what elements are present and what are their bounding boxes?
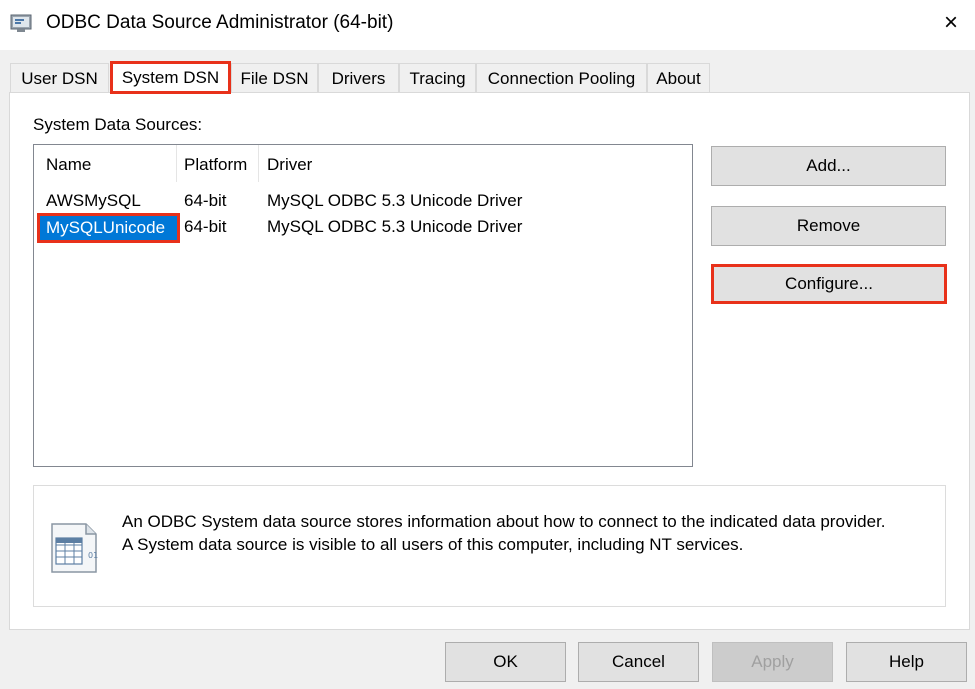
cancel-button[interactable]: Cancel — [578, 642, 699, 682]
tab-file-dsn[interactable]: File DSN — [231, 63, 318, 93]
info-line-1: An ODBC System data source stores inform… — [122, 512, 886, 531]
row-driver: MySQL ODBC 5.3 Unicode Driver — [267, 191, 523, 210]
tab-connection-pooling[interactable]: Connection Pooling — [476, 63, 647, 93]
close-button[interactable]: × — [936, 8, 966, 38]
add-button[interactable]: Add... — [711, 146, 946, 186]
column-divider[interactable] — [176, 145, 177, 182]
window-title: ODBC Data Source Administrator (64-bit) — [46, 12, 394, 33]
tab-user-dsn[interactable]: User DSN — [10, 63, 109, 93]
info-line-2: A System data source is visible to all u… — [122, 535, 744, 554]
tab-strip: User DSN System DSN File DSN Drivers Tra… — [10, 61, 970, 94]
row-name: AWSMySQL — [46, 191, 141, 210]
help-button[interactable]: Help — [846, 642, 967, 682]
odbc-app-icon — [10, 14, 32, 32]
remove-button[interactable]: Remove — [711, 206, 946, 246]
column-header-name[interactable]: Name — [46, 155, 91, 175]
row-driver: MySQL ODBC 5.3 Unicode Driver — [267, 217, 523, 236]
row-platform: 64-bit — [184, 217, 227, 236]
data-source-list[interactable]: Name Platform Driver AWSMySQL 64-bit MyS… — [33, 144, 693, 467]
configure-button[interactable]: Configure... — [711, 264, 947, 304]
tab-tracing[interactable]: Tracing — [399, 63, 476, 93]
data-source-document-icon: 01 — [51, 523, 98, 573]
system-data-sources-label: System Data Sources: — [33, 115, 203, 134]
svg-text:01: 01 — [88, 551, 98, 560]
system-dsn-panel: System Data Sources: Name Platform Drive… — [9, 92, 970, 630]
tab-drivers[interactable]: Drivers — [318, 63, 399, 93]
tab-system-dsn[interactable]: System DSN — [110, 61, 231, 94]
list-item-selected[interactable]: MySQLUnicode 64-bit MySQL ODBC 5.3 Unico… — [34, 213, 690, 243]
column-divider[interactable] — [258, 145, 259, 182]
row-platform: 64-bit — [184, 191, 227, 210]
info-text: An ODBC System data source stores inform… — [122, 510, 886, 556]
info-box: 01 An ODBC System data source stores inf… — [33, 485, 946, 607]
tab-about[interactable]: About — [647, 63, 710, 93]
title-bar: ODBC Data Source Administrator (64-bit) … — [0, 0, 975, 50]
row-name: MySQLUnicode — [37, 213, 180, 243]
apply-button[interactable]: Apply — [712, 642, 833, 682]
column-header-driver[interactable]: Driver — [267, 155, 312, 175]
ok-button[interactable]: OK — [445, 642, 566, 682]
column-header-platform[interactable]: Platform — [184, 155, 247, 175]
list-item[interactable]: AWSMySQL 64-bit MySQL ODBC 5.3 Unicode D… — [34, 189, 690, 215]
list-header: Name Platform Driver — [34, 145, 690, 182]
